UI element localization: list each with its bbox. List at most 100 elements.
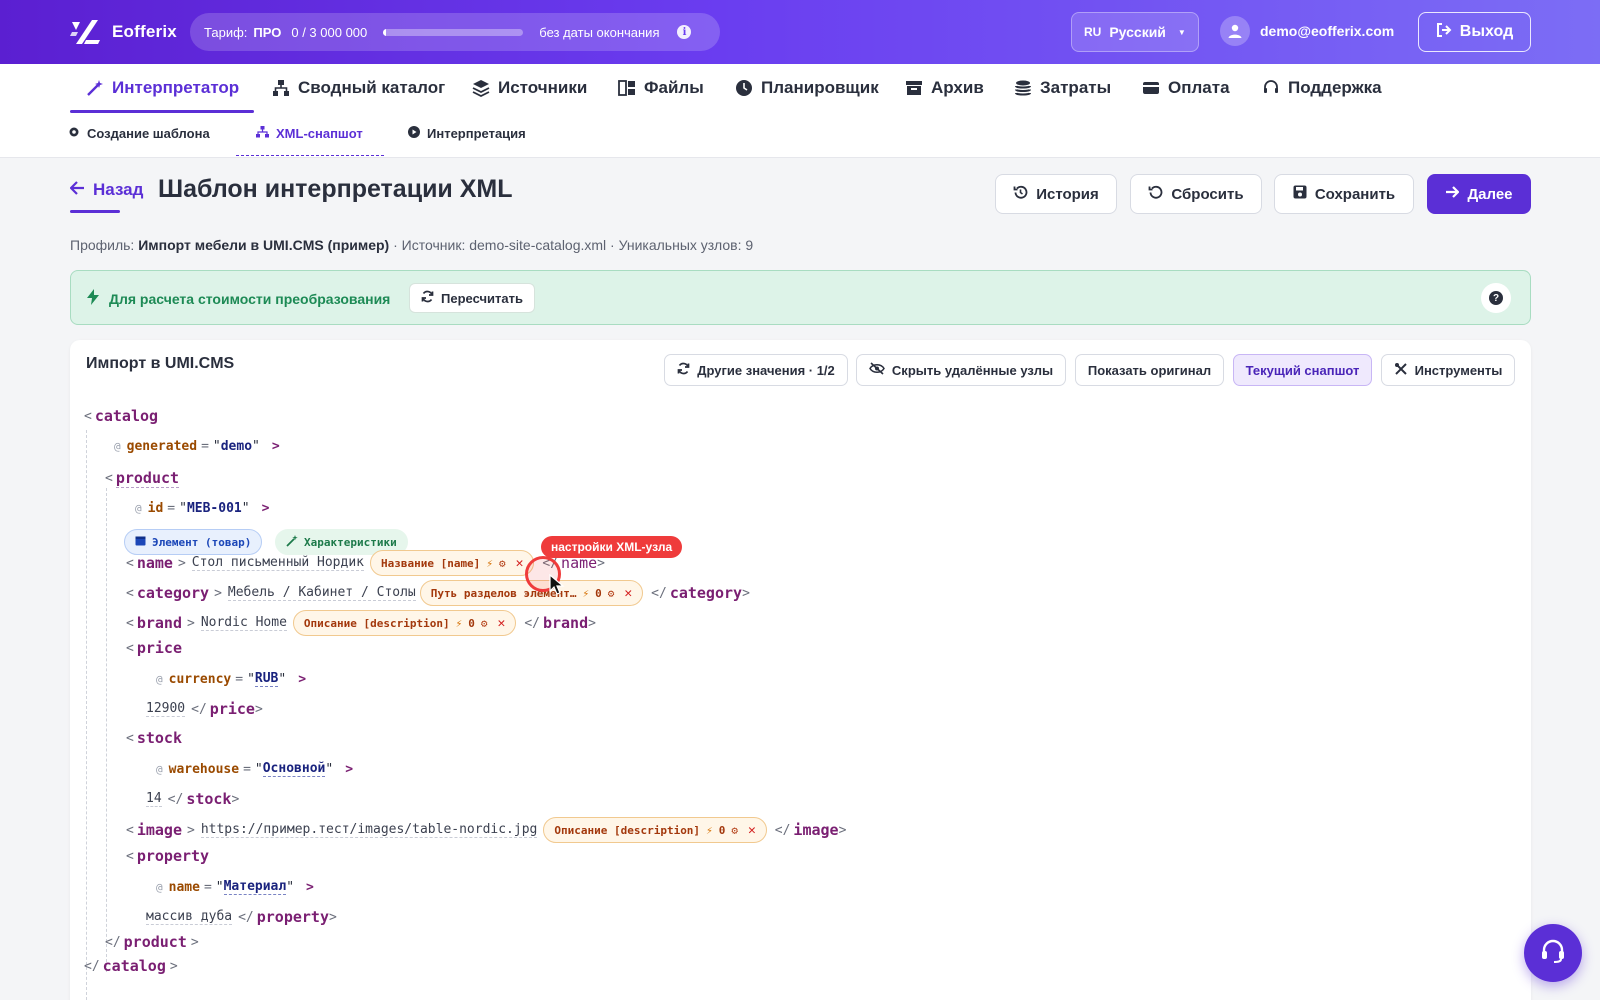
xml-node-price[interactable]: < price [126, 639, 182, 657]
logo-icon [70, 18, 102, 46]
tag-name: stock [136, 729, 182, 747]
xml-node-brand[interactable]: < brand > Nordic Home Описание [descriptio… [126, 608, 599, 638]
gear-icon[interactable]: ⚙ [481, 617, 488, 630]
files-icon [618, 79, 636, 97]
nav-item-interpreter[interactable]: Интерпретатор [86, 64, 239, 112]
banner-message: Для расчета стоимости преобразования [87, 289, 390, 308]
xml-text-price[interactable]: 12900 </price > [146, 700, 266, 718]
xml-text-property[interactable]: массив дуба </property > [146, 908, 340, 926]
tag-name: image [136, 821, 182, 839]
nav-item-sources[interactable]: Источники [472, 64, 587, 112]
attr-value: Основной [262, 761, 326, 777]
xml-attr-generated[interactable]: @ generated = " demo " > [114, 439, 280, 454]
remove-icon[interactable]: ✕ [748, 823, 756, 838]
closing-tag: brand [542, 614, 589, 632]
remove-icon[interactable]: ✕ [497, 616, 505, 631]
user-menu[interactable]: demo@eofferix.com [1220, 16, 1394, 46]
layers-icon [472, 79, 490, 97]
undo-icon [1148, 185, 1163, 204]
brand-name: Eofferix [112, 22, 177, 41]
bolt-icon: ⚡ [706, 823, 713, 837]
help-button[interactable]: ? [1481, 283, 1511, 313]
nav-item-support[interactable]: Поддержка [1262, 64, 1382, 112]
reset-button[interactable]: Сбросить [1130, 174, 1262, 214]
question-icon: ? [1489, 291, 1503, 305]
page-title: Шаблон интерпретации XML [158, 175, 513, 203]
gear-icon[interactable]: ⚙ [608, 587, 615, 600]
node-value: Мебель / Кабинет / Столы [227, 585, 416, 601]
calendar-icon [135, 535, 146, 549]
closing-tag: image [793, 821, 839, 839]
xml-attr-pname[interactable]: @ name = " Материал " > [156, 879, 314, 895]
floppy-icon [1293, 185, 1307, 203]
brand[interactable]: Eofferix [70, 18, 177, 46]
mapping-chip-name[interactable]: Название [name] ⚡ ⚙ ✕ [369, 550, 535, 576]
nav-item-catalog[interactable]: Сводный каталог [272, 64, 445, 112]
chip-label: Описание [description] [303, 616, 450, 630]
chip-count: 0 [468, 616, 475, 630]
xml-node-category[interactable]: < category > Мебель / Кабинет / Столы Путь… [126, 578, 753, 608]
tariff-label: Тариф: [204, 24, 248, 40]
support-chat-button[interactable] [1524, 924, 1582, 982]
refresh-icon [421, 290, 434, 306]
coins-icon [1014, 79, 1032, 97]
attr-name: generated [126, 439, 198, 454]
user-email: demo@eofferix.com [1260, 23, 1395, 39]
gear-icon[interactable]: ⚙ [499, 557, 506, 570]
tab-label: Создание шаблона [87, 126, 210, 141]
recalculate-button[interactable]: Пересчитать [409, 283, 535, 313]
info-icon[interactable]: i [677, 25, 692, 39]
xml-node-stock[interactable]: < stock [126, 729, 182, 747]
nav-item-costs[interactable]: Затраты [1014, 64, 1111, 112]
history-button[interactable]: История [995, 174, 1117, 214]
tag-name: price [136, 639, 182, 657]
xml-attr-warehouse[interactable]: @ warehouse = " Основной " > [156, 761, 353, 777]
nav-item-files[interactable]: Файлы [618, 64, 704, 112]
history-label: История [1036, 185, 1099, 203]
closing-tag: price [209, 700, 255, 718]
attr-name: name [168, 879, 200, 895]
nav-item-scheduler[interactable]: Планировщик [735, 64, 879, 112]
chip-label: Название [name] [380, 556, 481, 570]
arrow-right-icon [1445, 185, 1461, 203]
archive-icon [905, 79, 923, 97]
xml-attr-id[interactable]: @ id = " MEB-001 " > [135, 501, 269, 516]
banner-text: Для расчета стоимости преобразования [109, 290, 391, 307]
attr-name: id [147, 501, 164, 516]
xml-attr-currency[interactable]: @ currency = " RUB " > [156, 671, 306, 687]
node-value: 12900 [146, 701, 186, 717]
nav-label: Файлы [644, 78, 704, 97]
next-button[interactable]: Далее [1427, 174, 1531, 214]
language-code: RU [1084, 25, 1102, 39]
gear-icon[interactable]: ⚙ [731, 824, 738, 837]
tab-create-template[interactable]: Создание шаблона [68, 126, 210, 141]
node-value: Nordic Home [200, 615, 287, 631]
tab-interpretation[interactable]: Интерпретация [408, 126, 526, 141]
node-value: https://пример.тест/images/table-nordic.… [200, 822, 538, 838]
headset-icon [1262, 79, 1280, 97]
xml-close-catalog: </catalog > [84, 957, 178, 975]
tag-name: category [136, 584, 210, 602]
page-meta: Профиль: Импорт мебели в UMI.CMS (пример… [70, 237, 753, 253]
language-name: Русский [1109, 24, 1166, 40]
xml-node-property[interactable]: < property [126, 847, 209, 865]
tariff-panel: Тариф: ПРО 0 / 3 000 000 без даты оконча… [190, 13, 720, 51]
logout-button[interactable]: Выход [1418, 12, 1531, 52]
language-select[interactable]: RU Русский ▼ [1071, 12, 1199, 52]
mapping-chip-image[interactable]: Описание [description] ⚡ 0 ⚙ ✕ [543, 817, 767, 843]
remove-icon[interactable]: ✕ [624, 586, 632, 601]
tab-label: Интерпретация [427, 126, 526, 141]
chip-label: Характеристики [304, 535, 397, 549]
nav-item-archive[interactable]: Архив [905, 64, 984, 112]
xml-node-product[interactable]: < product [105, 469, 180, 488]
xml-node-catalog[interactable]: < catalog [84, 407, 158, 425]
remove-icon[interactable]: ✕ [516, 556, 524, 571]
back-link[interactable]: Назад [69, 180, 143, 200]
tab-xml-snapshot[interactable]: XML-снапшот [256, 126, 363, 141]
save-button[interactable]: Сохранить [1274, 174, 1414, 214]
bolt-icon: ⚡ [486, 556, 493, 570]
xml-text-stock[interactable]: 14 </stock > [146, 790, 242, 808]
mapping-chip-brand[interactable]: Описание [description] ⚡ 0 ⚙ ✕ [292, 610, 517, 636]
xml-node-image[interactable]: < image > https://пример.тест/images/table… [126, 815, 849, 845]
nav-item-payment[interactable]: Оплата [1142, 64, 1230, 112]
